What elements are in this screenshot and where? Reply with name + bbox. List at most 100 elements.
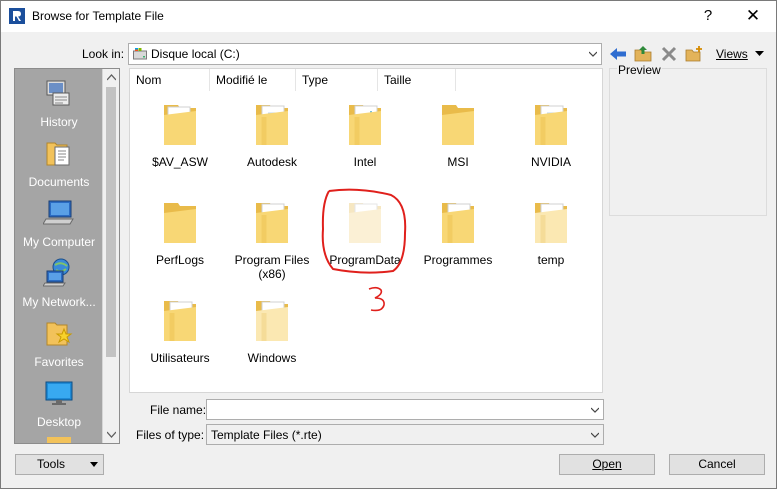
history-icon <box>46 80 70 106</box>
place-label: My Computer <box>22 235 96 249</box>
drive-icon <box>133 48 147 60</box>
place-label: History <box>40 115 78 129</box>
folder-icon <box>164 301 196 341</box>
place-desktop[interactable]: Desktop <box>15 377 103 429</box>
cancel-button[interactable]: Cancel <box>669 454 765 475</box>
folder-item[interactable]: temp <box>506 201 596 267</box>
open-label: Open <box>592 457 622 471</box>
my-computer-icon <box>43 200 74 225</box>
folder-item-selected[interactable]: ProgramData <box>320 201 410 267</box>
views-menu[interactable]: Views <box>716 47 748 61</box>
folder-label: MSI <box>447 155 469 169</box>
up-folder-icon[interactable] <box>633 44 653 64</box>
folder-icon <box>164 203 196 243</box>
dropdown-arrow-icon <box>90 462 98 467</box>
scroll-down-icon[interactable] <box>107 431 116 438</box>
chevron-down-icon[interactable] <box>591 406 599 414</box>
file-name-label: File name: <box>150 403 207 417</box>
file-name-input[interactable] <box>206 399 604 420</box>
help-button[interactable]: ? <box>686 3 730 29</box>
place-favorites[interactable]: Favorites <box>15 317 103 369</box>
new-folder-icon[interactable] <box>684 44 704 64</box>
preview-pane <box>609 68 767 216</box>
folder-label: Utilisateurs <box>150 351 210 365</box>
places-scrollbar[interactable] <box>102 69 119 443</box>
views-dropdown-icon[interactable] <box>755 50 764 57</box>
preview-label: Preview <box>617 63 662 77</box>
column-header-modified[interactable]: Modifié le <box>210 69 296 91</box>
folder-label: $AV_ASW <box>152 155 208 169</box>
back-arrow-icon[interactable] <box>608 44 628 64</box>
folder-icon <box>442 203 474 243</box>
place-label: Favorites <box>34 355 84 369</box>
favorites-icon <box>46 322 73 346</box>
place-my-computer[interactable]: My Computer <box>15 197 103 249</box>
folder-label: PerfLogs <box>155 253 205 267</box>
folder-item[interactable]: $AV_ASW <box>135 103 225 169</box>
column-header-name[interactable]: Nom <box>130 69 210 91</box>
folder-label: temp <box>537 253 565 267</box>
column-header-size[interactable]: Taille <box>378 69 456 91</box>
documents-icon <box>46 142 70 166</box>
folder-item[interactable]: Program Files (x86) <box>227 201 317 281</box>
place-label: Desktop <box>36 415 82 429</box>
places-bar: History Documents My Computer My Network… <box>14 68 120 444</box>
file-type-value: Template Files (*.rte) <box>211 428 322 442</box>
file-type-label: Files of type: <box>136 428 205 442</box>
folder-item[interactable]: Windows <box>227 299 317 365</box>
place-more[interactable] <box>15 437 103 443</box>
folder-icon <box>47 437 71 443</box>
views-label: Views <box>716 47 748 61</box>
desktop-icon <box>45 381 73 405</box>
annotation-number <box>368 286 385 312</box>
tools-label: Tools <box>37 457 66 471</box>
look-in-label: Look in: <box>82 47 125 61</box>
folder-label: Windows <box>247 351 297 365</box>
chevron-down-icon <box>589 51 597 57</box>
folder-icon <box>535 203 567 243</box>
folder-item[interactable]: NVIDIA <box>506 103 596 169</box>
folder-icon <box>256 105 288 145</box>
title-bar: Browse for Template File ? ✕ <box>1 1 776 32</box>
tools-button[interactable]: Tools <box>15 454 104 475</box>
scrollbar-thumb[interactable] <box>106 87 116 357</box>
column-header-type[interactable]: Type <box>296 69 378 91</box>
chevron-down-icon[interactable] <box>591 431 599 439</box>
hidden-folder-icon <box>349 203 381 243</box>
folder-icon <box>256 301 288 341</box>
folder-icon <box>349 105 381 145</box>
folder-item[interactable]: Autodesk <box>227 103 317 169</box>
folder-icon <box>256 203 288 243</box>
folder-item[interactable]: Intel <box>320 103 410 169</box>
look-in-value: Disque local (C:) <box>151 47 240 61</box>
file-type-select[interactable]: Template Files (*.rte) <box>206 424 604 445</box>
folder-label: Autodesk <box>246 155 298 169</box>
scroll-up-icon[interactable] <box>107 74 116 81</box>
folder-icon <box>164 105 196 145</box>
folder-icon <box>442 105 474 145</box>
folder-label: Intel <box>353 155 377 169</box>
window-title: Browse for Template File <box>32 9 164 23</box>
revit-app-icon <box>9 8 25 24</box>
dialog-window: Browse for Template File ? ✕ Look in: Di… <box>0 0 777 489</box>
folder-label: Programmes <box>423 253 493 267</box>
folder-label: Program Files (x86) <box>234 253 310 281</box>
place-network[interactable]: My Network... <box>15 257 103 309</box>
folder-item[interactable]: Utilisateurs <box>135 299 225 365</box>
place-history[interactable]: History <box>15 77 103 129</box>
file-list: Nom Modifié le Type Taille $AV_ASW Autod… <box>129 68 603 393</box>
folder-label: NVIDIA <box>530 155 571 169</box>
folder-item[interactable]: PerfLogs <box>135 201 225 267</box>
network-icon <box>43 258 70 287</box>
folder-icon <box>535 105 567 145</box>
close-button[interactable]: ✕ <box>731 3 775 29</box>
place-label: My Network... <box>22 295 96 309</box>
folder-item[interactable]: MSI <box>413 103 503 169</box>
delete-icon[interactable] <box>659 44 679 64</box>
look-in-combo[interactable]: Disque local (C:) <box>128 43 602 65</box>
folder-label: ProgramData <box>329 253 401 267</box>
place-documents[interactable]: Documents <box>15 137 103 189</box>
folder-item[interactable]: Programmes <box>413 201 503 267</box>
open-button[interactable]: Open <box>559 454 655 475</box>
place-label: Documents <box>28 175 90 189</box>
